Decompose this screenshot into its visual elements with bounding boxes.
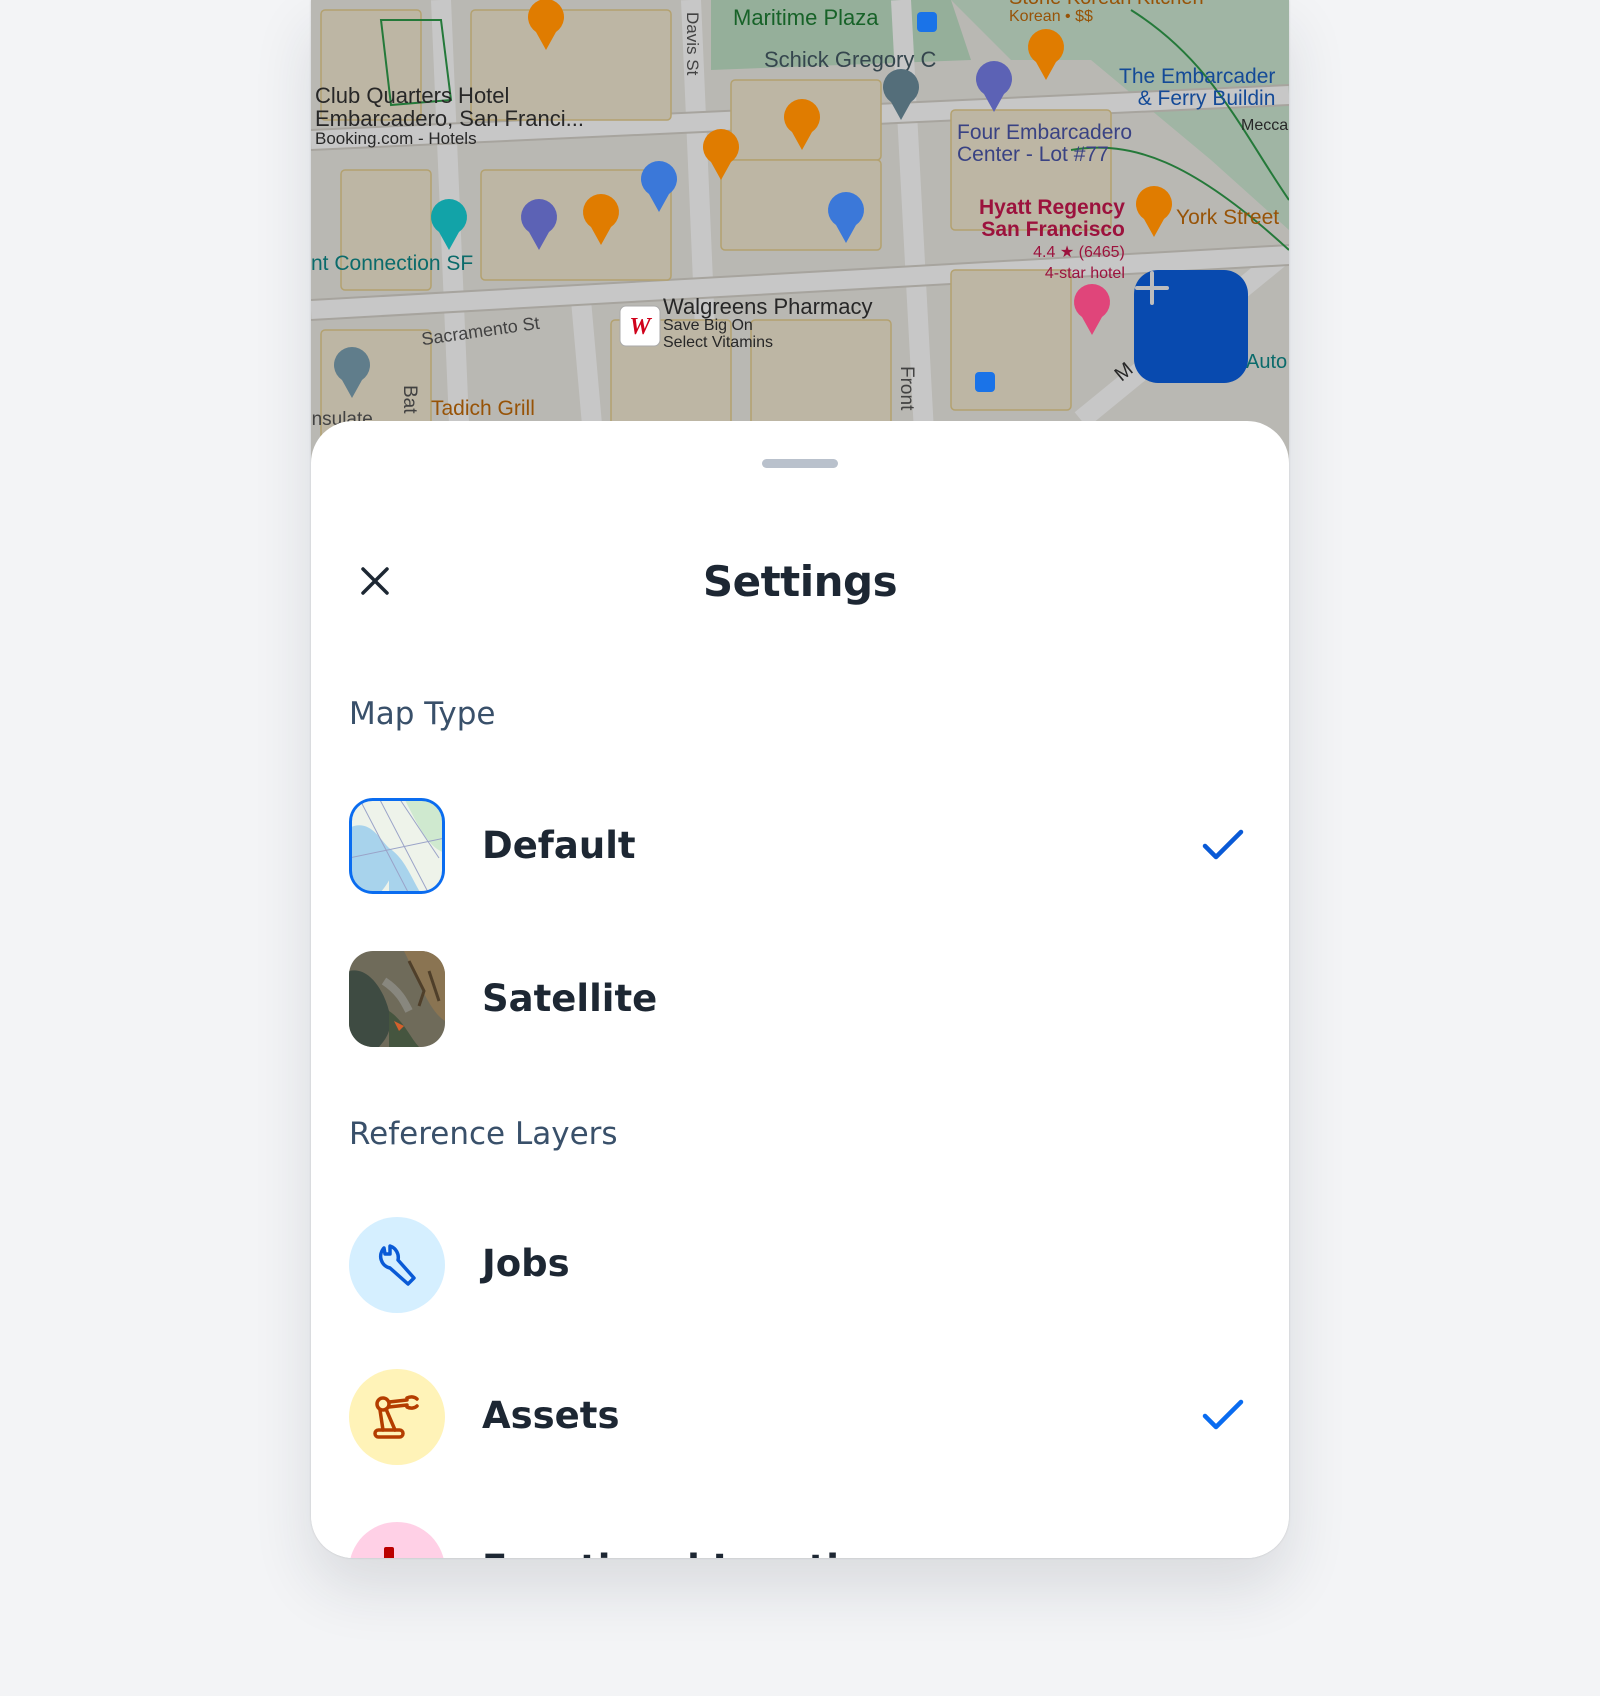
restaurant-pin-icon — [528, 0, 564, 50]
cafe-pin-icon — [583, 194, 619, 245]
landmark-pin-icon — [431, 199, 467, 250]
layer-item-assets[interactable]: Assets — [311, 1356, 1289, 1476]
option-label: Default — [482, 824, 636, 867]
option-label: Satellite — [482, 977, 658, 1020]
map-view[interactable]: Club Quarters Hotel Embarcadero, San Fra… — [311, 0, 1289, 470]
section-label-map-type: Map Type — [349, 696, 496, 732]
page-title: Settings — [702, 557, 898, 606]
add-button[interactable] — [1134, 270, 1248, 383]
layer-icon-badge — [349, 1522, 445, 1558]
app-screen: Club Quarters Hotel Embarcadero, San Fra… — [311, 0, 1289, 1558]
layer-label: Assets — [482, 1394, 620, 1437]
svg-text:W: W — [629, 314, 652, 340]
map-thumbnail-default — [349, 798, 445, 894]
checkmark-icon — [1202, 1399, 1244, 1430]
section-label-reference-layers: Reference Layers — [349, 1116, 618, 1152]
location-pin-icon — [883, 69, 919, 120]
map-thumbnail-satellite — [349, 951, 445, 1047]
settings-sheet: Settings Map Type Default Satellite Refe… — [311, 421, 1289, 1558]
hotel-pin-icon — [1074, 284, 1110, 335]
robot-arm-icon — [373, 1395, 419, 1439]
map-type-option-satellite[interactable]: Satellite — [311, 939, 1289, 1059]
plus-icon — [1135, 271, 1169, 305]
layer-icon-badge — [349, 1369, 445, 1465]
shopping-pin-icon — [641, 161, 677, 212]
bus-stop-icon — [975, 372, 995, 392]
wrench-icon — [378, 1244, 416, 1286]
layer-icon-badge — [349, 1217, 445, 1313]
layer-item-functional-locations[interactable]: Functional Locations — [311, 1509, 1289, 1558]
restaurant-pin-icon — [1028, 29, 1064, 80]
sheet-drag-handle[interactable] — [762, 459, 838, 468]
map-type-option-default[interactable]: Default — [311, 786, 1289, 906]
cafe-pin-icon — [703, 129, 739, 180]
layer-label: Functional Locations — [482, 1547, 913, 1558]
layer-label: Jobs — [482, 1242, 570, 1285]
checkmark-icon — [1202, 829, 1244, 860]
museum-pin-icon — [334, 347, 370, 398]
cafe-pin-icon — [1136, 186, 1172, 237]
parking-pin-icon — [521, 199, 557, 250]
map-pins: W — [334, 0, 1172, 398]
parking-pin-icon — [975, 61, 1012, 112]
location-icon — [384, 1547, 394, 1558]
layer-item-jobs[interactable]: Jobs — [311, 1204, 1289, 1324]
shopping-pin-icon — [828, 192, 864, 243]
restaurant-pin-icon — [784, 99, 820, 150]
bus-stop-icon — [917, 12, 937, 32]
